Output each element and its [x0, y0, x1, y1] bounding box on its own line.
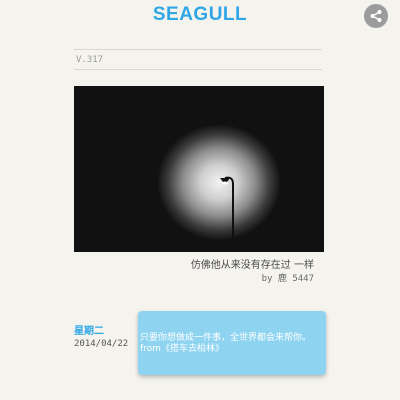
volume-label: V.317 [76, 55, 104, 65]
weekday-label: 星期二 [74, 326, 104, 337]
lamp-light [222, 181, 228, 185]
message-text: 只要你想做成一件事，全世界都会来帮你。from《搭车去柏林》 [140, 333, 312, 354]
divider-bottom [74, 69, 322, 70]
quote-text: 仿佛他从来没有存在过 一样 [190, 260, 314, 271]
cover-image[interactable] [74, 86, 324, 252]
date-label: 2014/04/22 [74, 339, 129, 349]
person-body [178, 235, 184, 245]
share-button[interactable] [364, 4, 388, 28]
lamp-post [224, 176, 234, 246]
cover-scene [178, 176, 234, 250]
app-title: SEAGULL [152, 4, 248, 25]
person-head [178, 229, 184, 235]
app-header: SEAGULL [0, 0, 400, 34]
share-icon [369, 9, 383, 23]
quote-author: by 鹿 5447 [261, 274, 314, 284]
lamp-head [220, 178, 230, 182]
divider-top [74, 49, 322, 50]
